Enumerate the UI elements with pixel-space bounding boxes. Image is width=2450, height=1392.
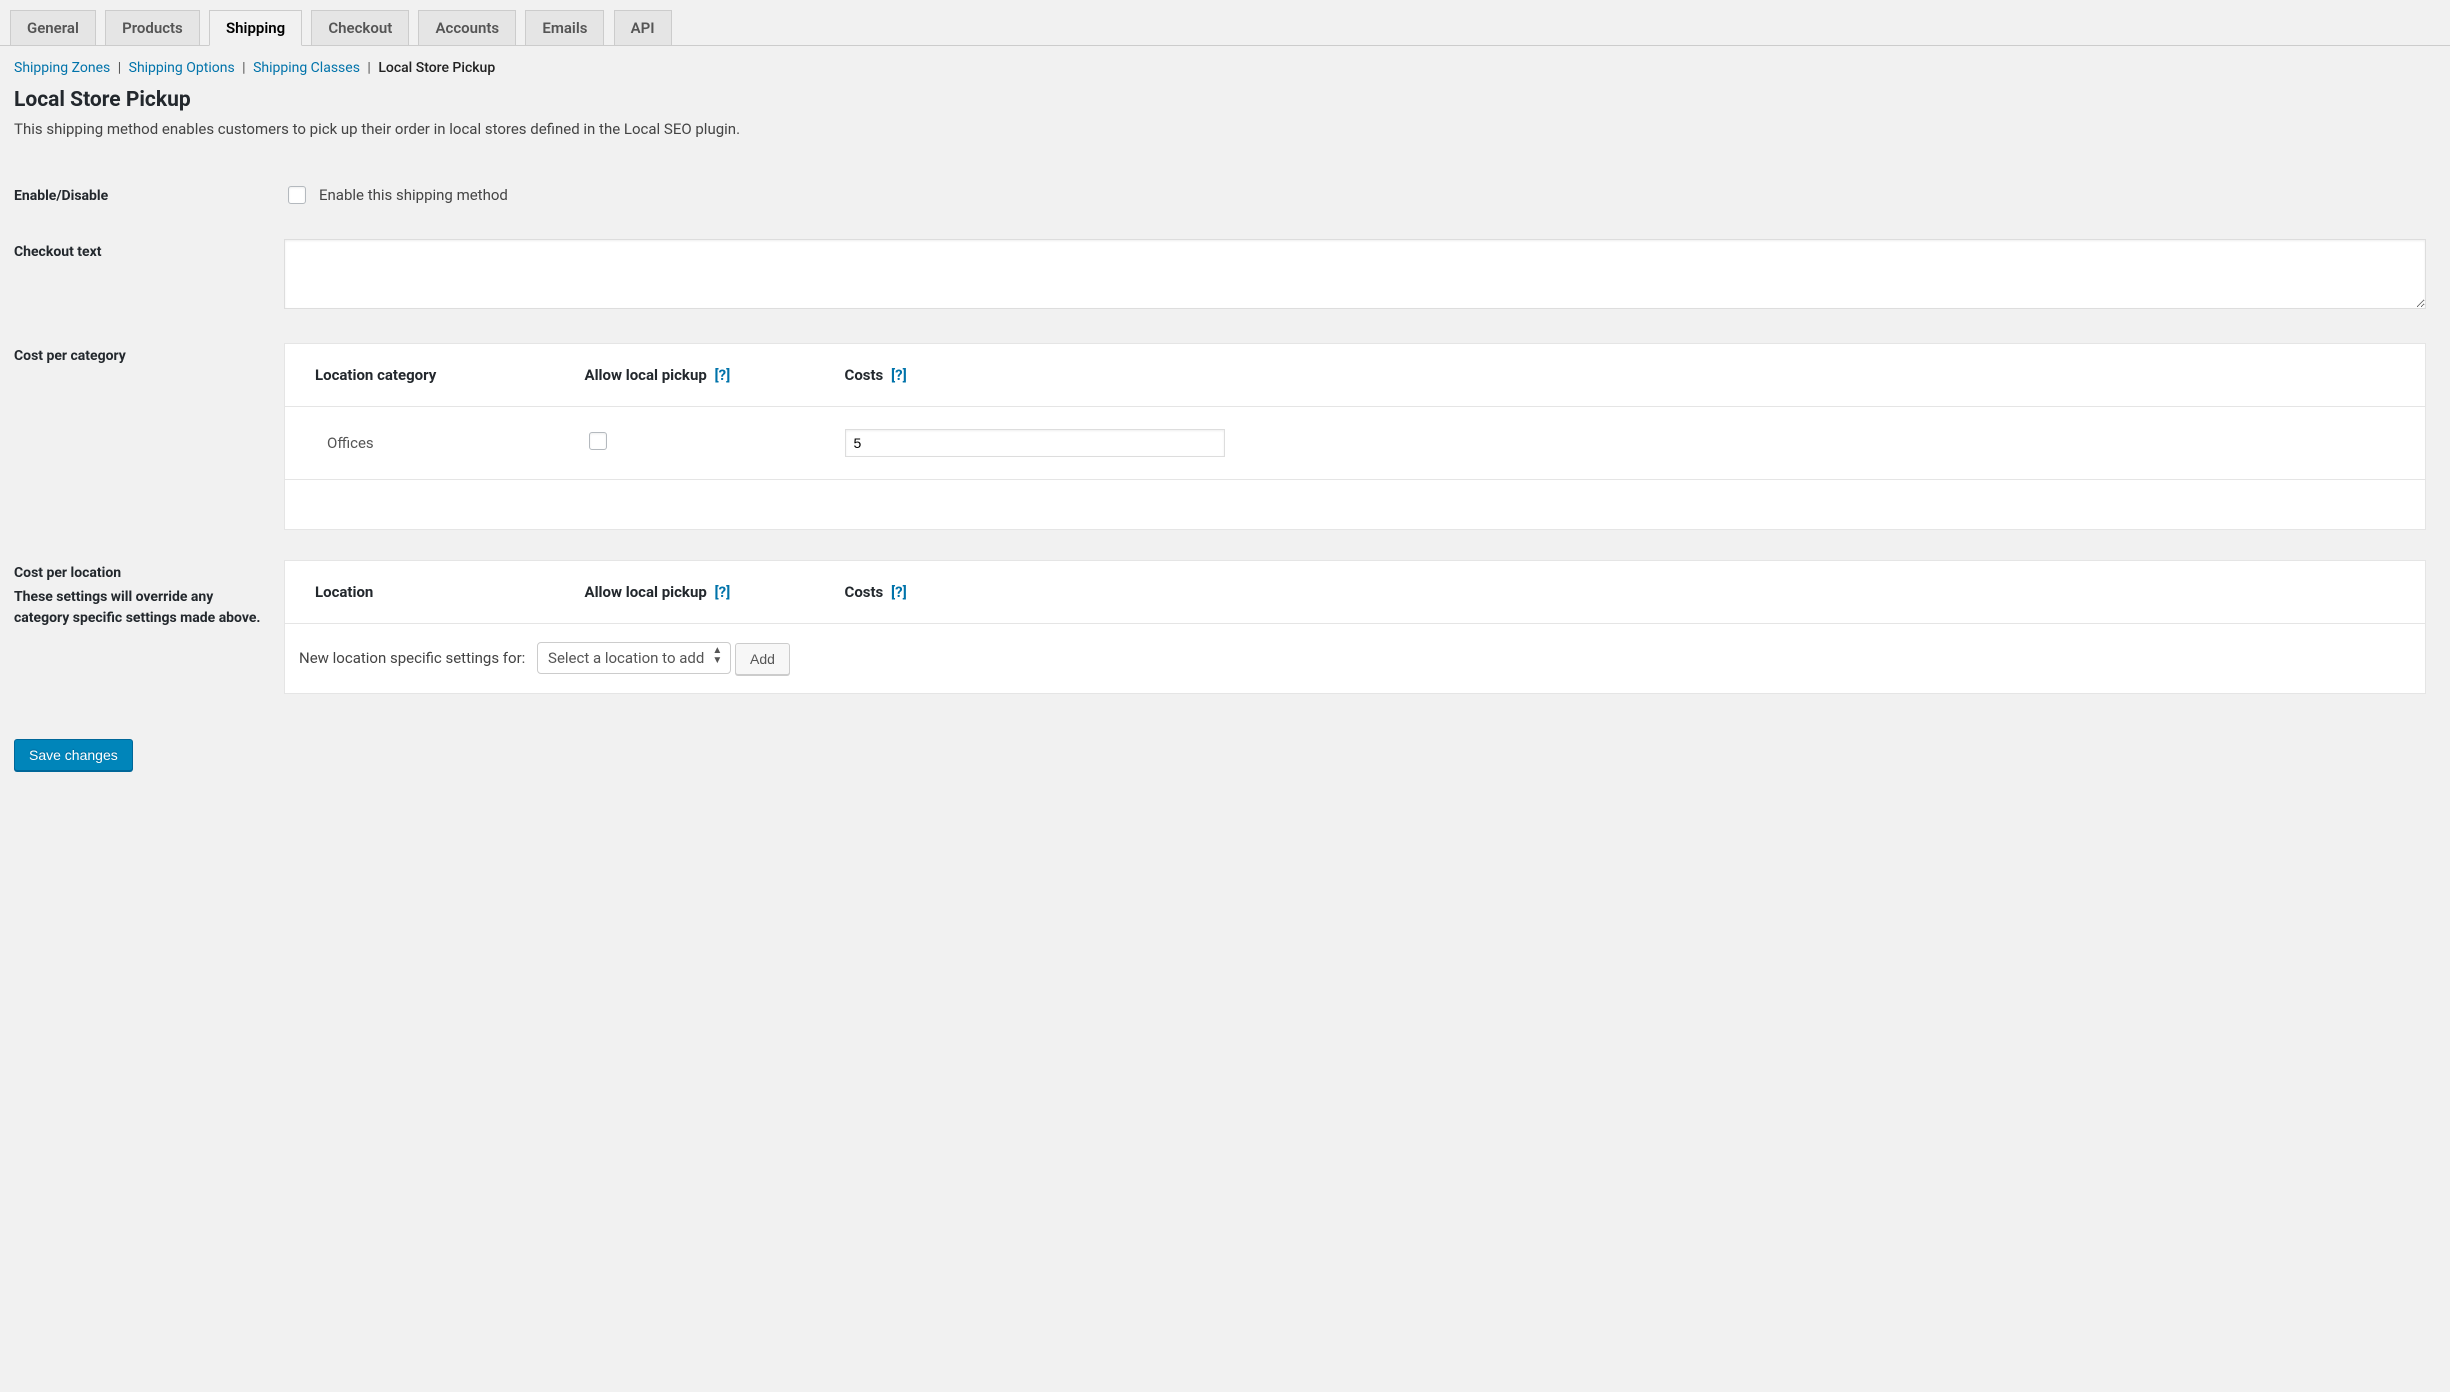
tab-products[interactable]: Products	[105, 10, 200, 45]
checkout-text-input[interactable]	[284, 239, 2426, 309]
enable-label: Enable/Disable	[14, 168, 274, 224]
tab-emails[interactable]: Emails	[525, 10, 604, 45]
location-select-placeholder: Select a location to add	[548, 649, 704, 667]
checkout-text-label: Checkout text	[14, 224, 274, 328]
header-costs: Costs [?]	[815, 344, 2426, 407]
header-location-allow: Allow local pickup [?]	[555, 561, 815, 624]
header-location-category: Location category	[285, 344, 555, 407]
empty-row	[285, 480, 2426, 530]
new-location-row: New location specific settings for: Sele…	[285, 624, 2426, 694]
tab-checkout[interactable]: Checkout	[311, 10, 409, 45]
separator: |	[242, 60, 245, 76]
enable-checkbox[interactable]	[288, 186, 306, 204]
settings-tabs: General Products Shipping Checkout Accou…	[0, 0, 2450, 46]
help-icon[interactable]: [?]	[891, 366, 907, 384]
page-title: Local Store Pickup	[14, 88, 2436, 112]
location-select[interactable]: Select a location to add ▲▼	[537, 642, 731, 674]
shipping-subnav: Shipping Zones | Shipping Options | Ship…	[14, 60, 2450, 76]
category-cost-input[interactable]	[845, 429, 1225, 457]
chevron-updown-icon: ▲▼	[712, 646, 722, 666]
header-location-costs: Costs [?]	[815, 561, 2426, 624]
cost-per-location-label: Cost per location	[14, 565, 121, 581]
subnav-zones[interactable]: Shipping Zones	[14, 60, 110, 76]
enable-checkbox-label: Enable this shipping method	[319, 186, 508, 204]
header-location: Location	[285, 561, 555, 624]
enable-checkbox-wrap[interactable]: Enable this shipping method	[284, 183, 2426, 207]
tab-accounts[interactable]: Accounts	[418, 10, 516, 45]
help-icon[interactable]: [?]	[891, 583, 907, 601]
category-name: Offices	[315, 434, 374, 452]
subnav-options[interactable]: Shipping Options	[129, 60, 235, 76]
tab-general[interactable]: General	[10, 10, 96, 45]
category-allow-checkbox[interactable]	[589, 432, 607, 450]
page-description: This shipping method enables customers t…	[14, 120, 2436, 138]
separator: |	[118, 60, 121, 76]
category-row: Offices	[285, 407, 2426, 480]
help-icon[interactable]: [?]	[715, 583, 731, 601]
tab-api[interactable]: API	[614, 10, 672, 45]
new-location-label: New location specific settings for:	[299, 649, 525, 667]
cost-per-category-label: Cost per category	[14, 328, 274, 545]
cost-per-category-table: Location category Allow local pickup [?]…	[284, 343, 2426, 530]
header-allow-pickup: Allow local pickup [?]	[555, 344, 815, 407]
save-changes-button[interactable]: Save changes	[14, 739, 133, 771]
subnav-current: Local Store Pickup	[378, 60, 495, 76]
tab-shipping[interactable]: Shipping	[209, 10, 302, 46]
subnav-classes[interactable]: Shipping Classes	[253, 60, 360, 76]
help-icon[interactable]: [?]	[715, 366, 731, 384]
cost-per-location-table: Location Allow local pickup [?] Costs [?…	[284, 560, 2426, 694]
add-location-button[interactable]: Add	[735, 643, 790, 675]
separator: |	[367, 60, 370, 76]
cost-per-location-sub: These settings will override any categor…	[14, 587, 264, 629]
